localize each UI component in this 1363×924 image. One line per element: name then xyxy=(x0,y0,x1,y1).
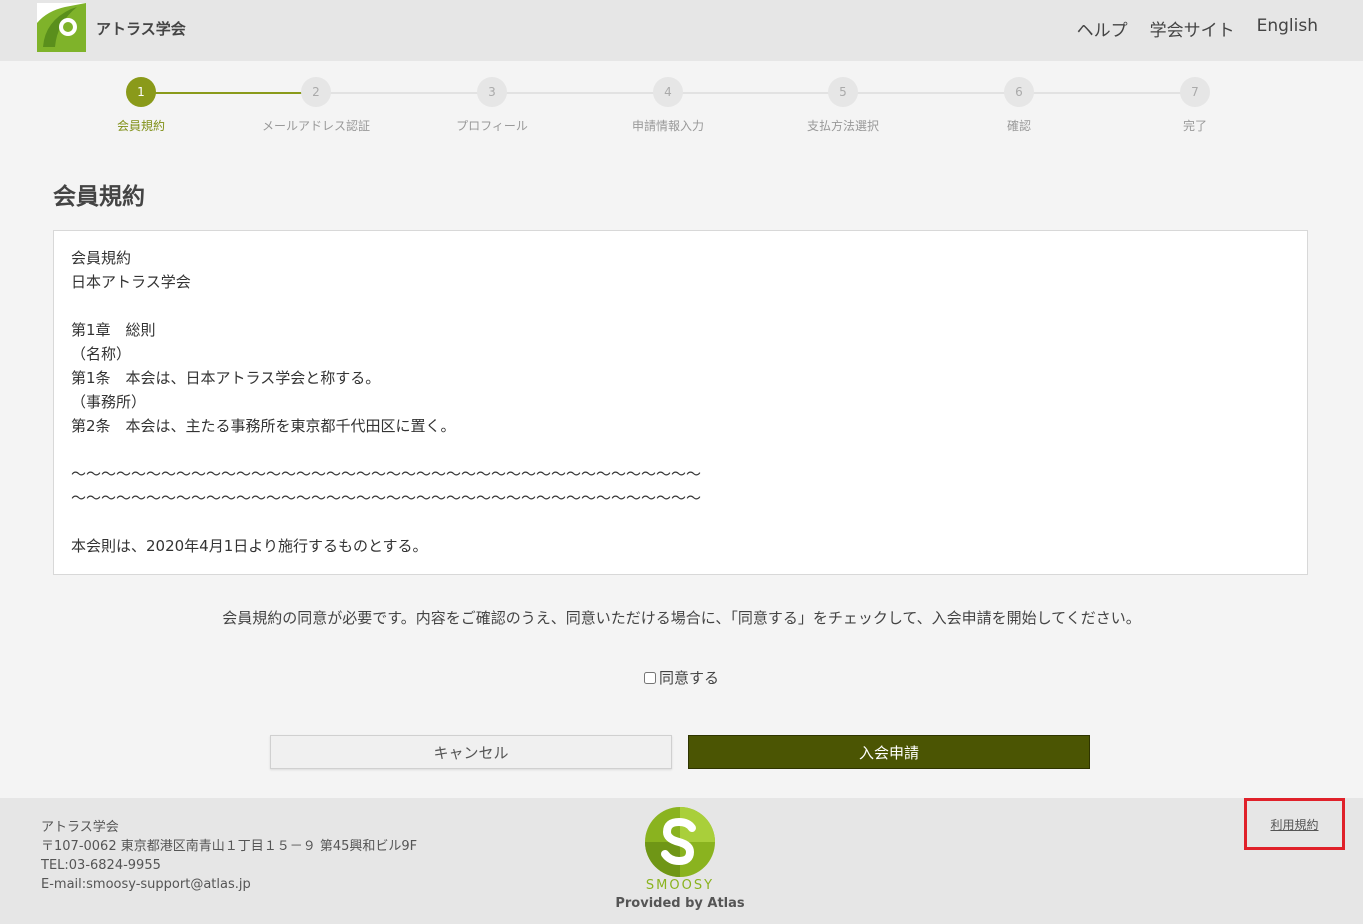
step-label: 申請情報入力 xyxy=(631,119,704,133)
terms-line: 第1条 本会は、日本アトラス学会と称する。 xyxy=(71,369,381,387)
agree-checkbox-label[interactable]: 同意する xyxy=(643,667,719,688)
terms-line: （事務所） xyxy=(71,393,147,411)
step-number: 3 xyxy=(477,77,507,107)
terms-line: 第1章 総則 xyxy=(71,321,156,339)
footer: アトラス学会 〒107-0062 東京都港区南青山１丁目１５－９ 第45興和ビル… xyxy=(0,798,1363,924)
agreement-notice: 会員規約の同意が必要です。内容をご確認のうえ、同意いただける場合に、「同意する」… xyxy=(222,609,1141,627)
page-title: 会員規約 xyxy=(53,184,145,210)
terms-content-box[interactable]: 会員規約 日本アトラス学会 第1章 総則 （名称） 第1条 本会は、日本アトラス… xyxy=(53,230,1308,575)
footer-email: E-mail:smoosy-support@atlas.jp xyxy=(41,877,251,892)
provided-by-text: Provided by Atlas xyxy=(615,896,745,911)
step-3: 3 プロフィール xyxy=(422,75,562,134)
terms-line: 日本アトラス学会 xyxy=(71,273,191,291)
smoosy-logo-icon xyxy=(644,806,716,878)
step-label: 会員規約 xyxy=(116,119,165,133)
step-number: 5 xyxy=(828,77,858,107)
step-4: 4 申請情報入力 xyxy=(598,75,738,134)
progress-stepper: 1 会員規約 2 メールアドレス認証 3 プロフィール 4 申請情報入力 5 支… xyxy=(0,75,1363,145)
step-number: 2 xyxy=(301,77,331,107)
nav-english-link[interactable]: English xyxy=(1257,16,1318,41)
step-label: プロフィール xyxy=(456,119,528,133)
terms-line: 本会則は、2020年4月1日より施行するものとする。 xyxy=(71,537,428,555)
footer-contact-info: アトラス学会 〒107-0062 東京都港区南青山１丁目１５－９ 第45興和ビル… xyxy=(41,818,417,894)
nav-help-link[interactable]: ヘルプ xyxy=(1077,16,1128,41)
terms-line: ～～～～～～～～～～～～～～～～～～～～～～～～～～～～～～～～～～～～～～～～… xyxy=(71,489,702,507)
step-label: 確認 xyxy=(1006,119,1031,133)
terms-line: （名称） xyxy=(71,345,132,363)
footer-org-name: アトラス学会 xyxy=(41,820,119,835)
terms-line xyxy=(71,294,1290,318)
step-6: 6 確認 xyxy=(949,75,1089,134)
step-1: 1 会員規約 xyxy=(71,75,211,134)
step-number: 7 xyxy=(1180,77,1210,107)
atlas-logo-icon[interactable] xyxy=(37,3,86,52)
cancel-button[interactable]: キャンセル xyxy=(270,735,672,769)
terms-line: 会員規約 xyxy=(71,249,132,267)
step-7: 7 完了 xyxy=(1125,75,1265,134)
step-label: 完了 xyxy=(1182,119,1207,133)
header: アトラス学会 ヘルプ 学会サイト English xyxy=(0,0,1363,61)
terms-of-use-link[interactable]: 利用規約 xyxy=(1244,798,1345,850)
step-2: 2 メールアドレス認証 xyxy=(246,75,386,134)
org-name: アトラス学会 xyxy=(96,20,186,38)
agree-checkbox[interactable] xyxy=(643,671,656,684)
step-number: 4 xyxy=(653,77,683,107)
top-nav: ヘルプ 学会サイト English xyxy=(1077,16,1318,41)
step-number: 6 xyxy=(1004,77,1034,107)
terms-line xyxy=(71,510,1290,534)
step-5: 5 支払方法選択 xyxy=(773,75,913,134)
smoosy-brand-name: SMOOSY xyxy=(645,878,715,893)
agree-text: 同意する xyxy=(658,669,719,687)
step-label: メールアドレス認証 xyxy=(261,119,370,133)
nav-society-site-link[interactable]: 学会サイト xyxy=(1150,16,1235,41)
smoosy-brand: SMOOSY Provided by Atlas xyxy=(600,806,760,911)
footer-tel: TEL:03-6824-9955 xyxy=(41,858,161,873)
step-number: 1 xyxy=(126,77,156,107)
footer-address: 〒107-0062 東京都港区南青山１丁目１５－９ 第45興和ビル9F xyxy=(41,839,418,854)
apply-membership-button[interactable]: 入会申請 xyxy=(688,735,1090,769)
terms-line xyxy=(71,438,1290,462)
agree-row: 同意する xyxy=(0,667,1363,688)
terms-line: ～～～～～～～～～～～～～～～～～～～～～～～～～～～～～～～～～～～～～～～～… xyxy=(71,465,702,483)
step-label: 支払方法選択 xyxy=(806,119,879,133)
terms-line: 第2条 本会は、主たる事務所を東京都千代田区に置く。 xyxy=(71,417,456,435)
